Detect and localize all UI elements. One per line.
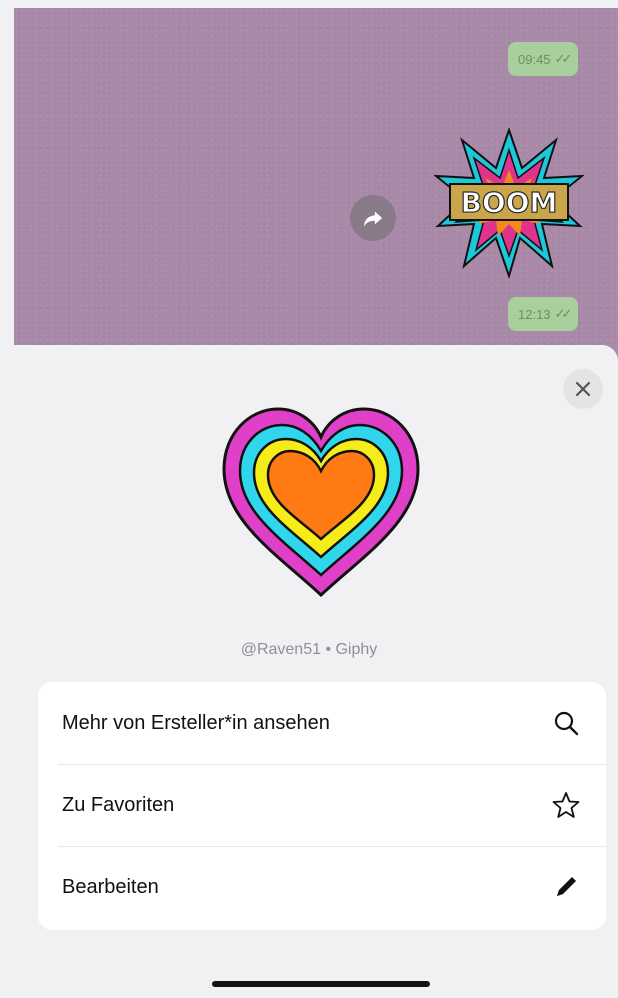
message-timestamp[interactable]: 09:45 ✓✓ xyxy=(508,42,579,76)
forward-icon xyxy=(363,211,383,227)
star-icon xyxy=(550,789,582,821)
heart-sticker xyxy=(222,407,420,598)
message-timestamp[interactable]: 12:13 ✓✓ xyxy=(508,297,579,331)
menu-item-add-to-favorites[interactable]: Zu Favoriten xyxy=(38,764,606,846)
boom-sticker[interactable]: BOOM xyxy=(434,128,584,278)
close-button[interactable] xyxy=(563,369,603,409)
message-time: 12:13 xyxy=(518,306,551,322)
menu-item-label: Zu Favoriten xyxy=(62,793,175,816)
menu-item-edit[interactable]: Bearbeiten xyxy=(38,846,606,928)
forward-button[interactable] xyxy=(350,195,396,241)
chat-background: 09:45 ✓✓ BOOM 12:13 ✓✓ xyxy=(14,8,618,368)
sticker-attribution: @Raven51 • Giphy xyxy=(240,641,378,658)
pencil-icon xyxy=(550,871,582,903)
search-icon xyxy=(550,707,582,739)
read-receipt-icon: ✓✓ xyxy=(554,306,573,321)
message-time: 09:45 xyxy=(518,51,551,67)
close-icon xyxy=(575,381,591,397)
read-receipt-icon: ✓✓ xyxy=(554,51,573,66)
menu-item-label: Mehr von Ersteller*in ansehen xyxy=(62,711,330,734)
boom-sticker-text: BOOM xyxy=(461,186,558,219)
home-indicator[interactable] xyxy=(212,981,430,987)
sticker-action-sheet: @Raven51 • Giphy Mehr von Ersteller*in a… xyxy=(0,345,618,998)
action-menu: Mehr von Ersteller*in ansehen Zu Favorit… xyxy=(38,682,606,930)
menu-item-label: Bearbeiten xyxy=(62,875,159,898)
menu-item-more-from-creator[interactable]: Mehr von Ersteller*in ansehen xyxy=(38,682,606,764)
